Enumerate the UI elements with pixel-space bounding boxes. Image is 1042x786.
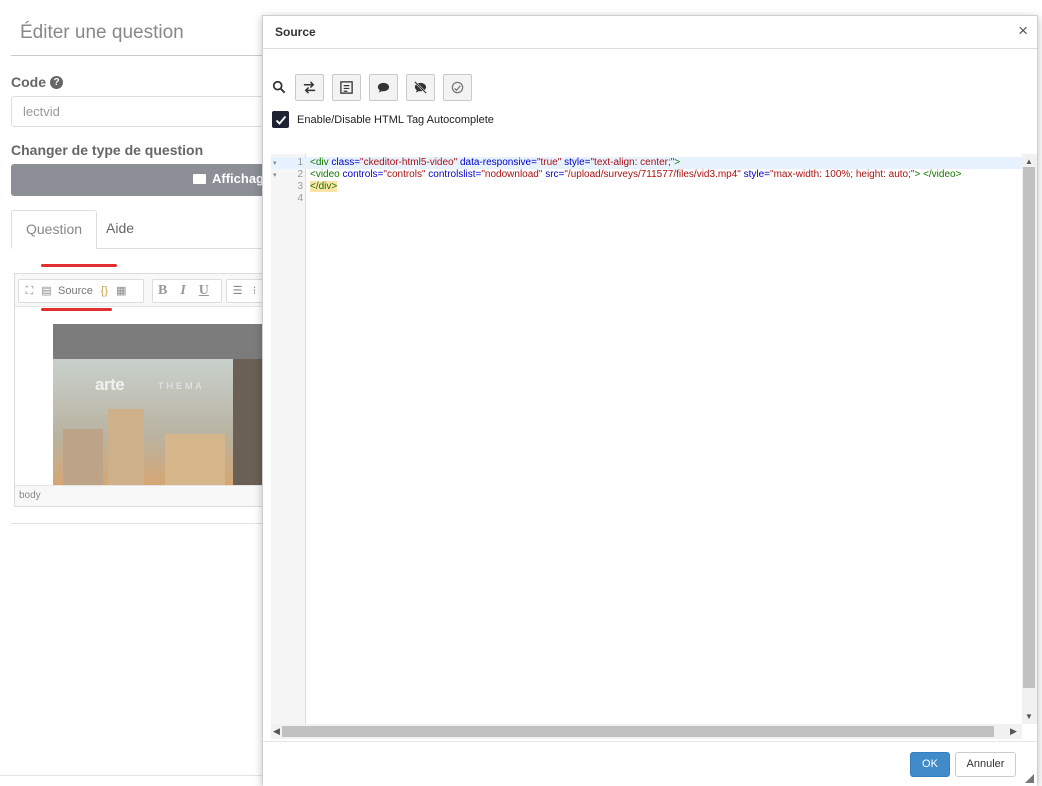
scroll-right-icon[interactable]: ▶ (1010, 726, 1017, 737)
autocomplete-label: Enable/Disable HTML Tag Autocomplete (297, 113, 494, 126)
code-editor[interactable]: ▾ 1 <div class="ckeditor-html5-video" da… (271, 154, 1022, 724)
code-input[interactable] (11, 96, 271, 127)
source-dialog: Source × Enable/Disable HTML Tag Autocom… (262, 15, 1038, 786)
page-title: Éditer une question (20, 22, 184, 43)
table-icon[interactable]: ▦ (116, 285, 127, 297)
help-icon[interactable]: ? (50, 75, 63, 89)
source-icon: ▤ (41, 284, 52, 297)
question-type-button-label: Affichag (212, 171, 264, 186)
section-divider (11, 523, 271, 524)
footer-divider (0, 775, 262, 776)
title-divider (11, 55, 271, 56)
code-line[interactable]: ▾ 1 <div class="ckeditor-html5-video" da… (271, 157, 1022, 169)
format-selection-button[interactable] (332, 73, 361, 101)
autocomplete-toggle[interactable]: Enable/Disable HTML Tag Autocomplete (272, 111, 494, 128)
scroll-left-icon[interactable]: ◀ (273, 726, 280, 737)
line-number: 4 (297, 193, 303, 204)
line-number: 2 (297, 169, 303, 180)
line-number: 3 (297, 181, 303, 192)
editor-toolbar-group-format: B I U (152, 279, 222, 303)
auto-format-icon (451, 81, 464, 93)
source-toolbar (271, 73, 472, 101)
dialog-footer: OK Annuler (263, 741, 1037, 786)
search-replace-button[interactable] (295, 73, 324, 101)
comment-selection-button[interactable] (369, 73, 398, 101)
resize-handle-icon[interactable] (1025, 774, 1034, 783)
comment-icon (377, 82, 390, 93)
fold-arrow-icon[interactable]: ▾ (273, 158, 277, 170)
placeholder-icon[interactable]: {} (99, 285, 110, 297)
editor-toolbar-group-tools: ⛶ ▤ Source {} ▦ (18, 279, 144, 303)
editor-element-path[interactable]: body (15, 485, 270, 506)
tab-question[interactable]: Question (11, 210, 98, 249)
question-type-button[interactable]: Affichag (11, 164, 271, 196)
tab-aide[interactable]: Aide (92, 210, 148, 249)
question-type-label: Changer de type de question (11, 142, 204, 158)
swap-icon (303, 80, 316, 94)
source-button[interactable]: Source (58, 285, 93, 297)
question-tabs: Question Aide (11, 210, 271, 249)
fold-arrow-icon[interactable]: ▾ (273, 170, 277, 182)
annotation-underline-top (41, 264, 117, 267)
uncomment-icon (414, 80, 427, 94)
vertical-scroll-thumb[interactable] (1023, 167, 1035, 688)
annotation-underline-source (41, 308, 112, 311)
maximize-icon[interactable]: ⛶ (24, 285, 35, 297)
scroll-up-icon[interactable]: ▲ (1025, 157, 1033, 166)
video-brand-subtitle: THEMA (158, 381, 205, 391)
horizontal-scrollbar[interactable]: ◀ ▶ (271, 724, 1022, 739)
horizontal-scroll-thumb[interactable] (282, 726, 994, 737)
auto-format-button[interactable] (443, 73, 472, 101)
dialog-header: Source × (263, 16, 1037, 49)
numbered-list-icon[interactable]: ☰ (232, 285, 243, 297)
cancel-button[interactable]: Annuler (955, 752, 1016, 777)
folder-open-icon (193, 174, 206, 184)
autocomplete-checkbox[interactable] (272, 111, 289, 128)
close-icon[interactable]: × (1018, 22, 1028, 40)
editor-toolbar: ⛶ ▤ Source {} ▦ B I U ☰ ⁝ (15, 274, 276, 307)
line-number: 1 (297, 157, 303, 168)
code-label-text: Code (11, 74, 46, 90)
search-icon[interactable] (271, 79, 287, 95)
video-frame: arte THEMA (53, 359, 272, 486)
code-text: <video controls="controls" controlslist=… (310, 169, 962, 180)
dialog-title: Source (275, 25, 316, 39)
video-preview[interactable]: arte THEMA (53, 324, 272, 486)
video-brand-logo: arte (95, 375, 125, 394)
vertical-scrollbar[interactable]: ▲ ▼ (1022, 154, 1037, 724)
code-label: Code ? (11, 74, 63, 90)
format-icon (340, 80, 353, 94)
bulleted-list-icon[interactable]: ⁝ (249, 285, 260, 297)
code-text: <div class="ckeditor-html5-video" data-r… (310, 157, 681, 168)
ok-button[interactable]: OK (910, 752, 950, 777)
check-icon (275, 115, 286, 125)
underline-button[interactable]: U (199, 283, 209, 299)
line-number-gutter (271, 154, 306, 724)
code-text: </div> (310, 181, 338, 192)
uncomment-selection-button[interactable] (406, 73, 435, 101)
bold-button[interactable]: B (158, 283, 167, 299)
editor-content[interactable]: arte THEMA (15, 307, 272, 487)
scroll-down-icon[interactable]: ▼ (1025, 712, 1033, 721)
italic-button[interactable]: I (180, 283, 185, 299)
